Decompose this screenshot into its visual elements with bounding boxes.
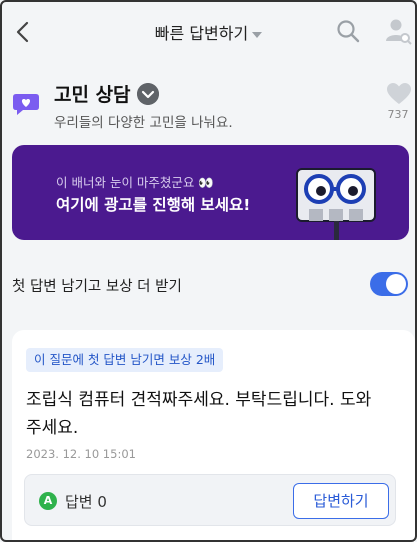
reward-toggle[interactable] xyxy=(370,272,408,296)
verified-check-icon xyxy=(137,83,159,105)
user-search-icon[interactable] xyxy=(384,17,412,45)
answer-button[interactable]: 답변하기 xyxy=(293,483,389,519)
chat-heart-icon xyxy=(13,94,39,115)
banner-headline: 여기에 광고를 진행해 보세요! xyxy=(56,196,251,214)
search-icon[interactable] xyxy=(336,19,360,43)
question-card[interactable]: 이 질문에 첫 답변 남기면 보상 2배 조립식 컴퓨터 견적짜주세요. 부탁드… xyxy=(12,330,415,542)
answer-a-icon: A xyxy=(39,492,57,510)
board-name: 고민 상담 xyxy=(54,84,131,106)
question-date: 2023. 12. 10 15:01 xyxy=(26,447,136,461)
banner-subtitle: 이 배너와 눈이 마주쳤군요 👀 xyxy=(56,175,214,190)
reward-tag: 이 질문에 첫 답변 남기면 보상 2배 xyxy=(26,348,224,372)
reward-toggle-label: 첫 답변 남기고 보상 더 받기 xyxy=(12,279,182,295)
billboard-mascot-icon xyxy=(296,168,376,240)
ad-banner[interactable]: 이 배너와 눈이 마주쳤군요 👀 여기에 광고를 진행해 보세요! xyxy=(12,145,409,240)
like-count: 737 xyxy=(387,108,409,121)
answer-count: 답변 0 xyxy=(65,493,107,511)
page-title-text: 빠른 답변하기 xyxy=(154,24,249,43)
heart-icon[interactable] xyxy=(386,82,412,106)
question-text[interactable]: 조립식 컴퓨터 견적짜주세요. 부탁드립니다. 도와주세요. xyxy=(26,386,386,442)
top-bar: 빠른 답변하기 xyxy=(0,0,417,64)
answer-box: A 답변 0 답변하기 xyxy=(24,474,396,526)
board-description: 우리들의 다양한 고민을 나눠요. xyxy=(54,115,233,131)
caret-down-icon xyxy=(252,31,263,38)
toggle-knob xyxy=(386,274,406,294)
